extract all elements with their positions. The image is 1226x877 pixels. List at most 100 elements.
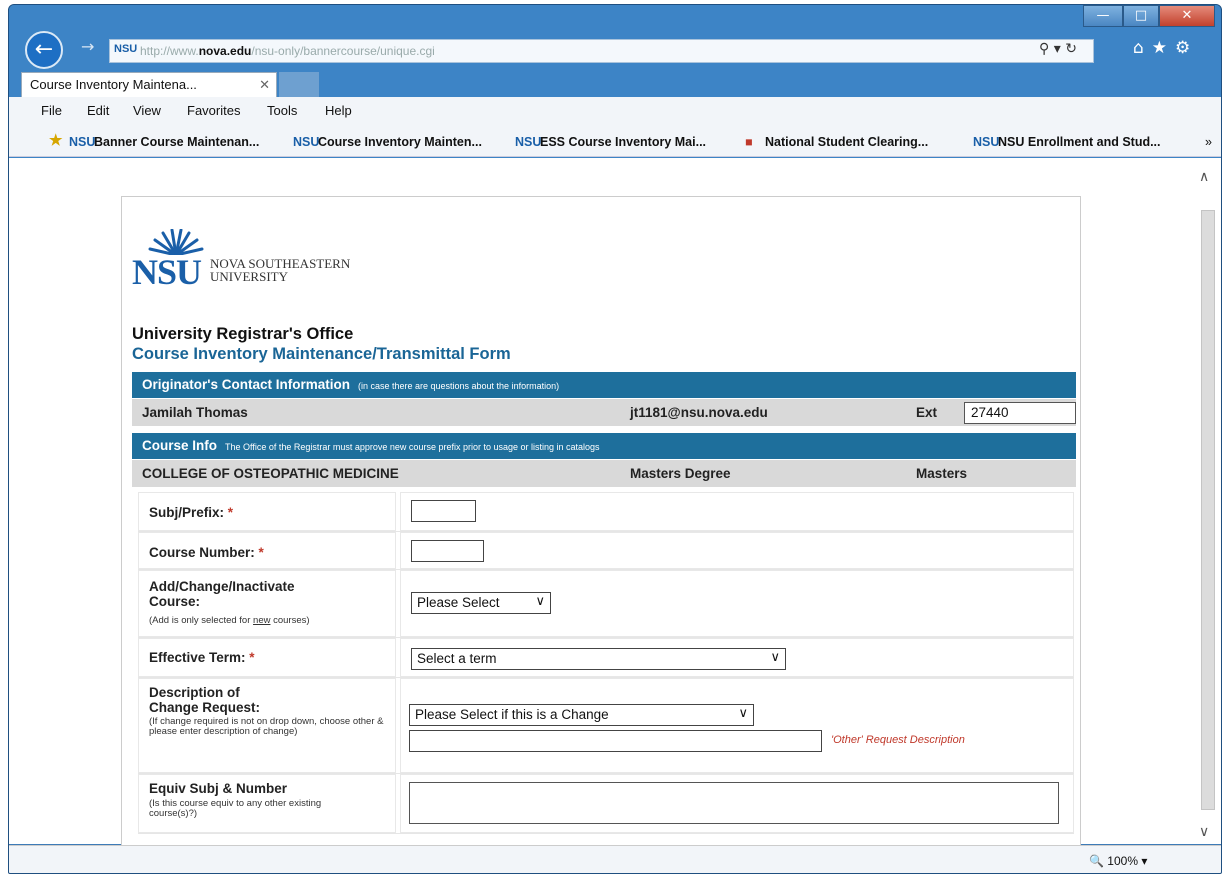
close-tab-icon[interactable]: ✕ xyxy=(259,73,270,97)
more-favorites-icon[interactable]: » xyxy=(1205,135,1212,149)
fav-link-banner[interactable]: Banner Course Maintenan... xyxy=(94,135,259,149)
subj-prefix-row: Subj/Prefix: * xyxy=(138,492,1074,532)
change-request-label-line-1: Description of xyxy=(149,685,240,700)
effective-term-select-value: Select a term xyxy=(417,651,497,666)
equiv-row: Equiv Subj & Number (Is this course equi… xyxy=(138,774,1074,834)
college-name: COLLEGE OF OSTEOPATHIC MEDICINE xyxy=(142,466,399,481)
action-select[interactable]: Please Select ∨ xyxy=(411,592,551,614)
ext-field[interactable]: 27440 xyxy=(964,402,1076,424)
change-request-select[interactable]: Please Select if this is a Change ∨ xyxy=(409,704,754,726)
fav-link-ess[interactable]: ESS Course Inventory Mai... xyxy=(540,135,706,149)
favicon-icon: NSU xyxy=(973,135,1000,149)
change-request-label-cell: Description of Change Request: (If change… xyxy=(138,678,396,773)
favorites-star-icon[interactable]: ★ xyxy=(1152,38,1175,58)
action-row: Add/Change/Inactivate Course: (Add is onl… xyxy=(138,570,1074,638)
equiv-control-cell xyxy=(400,774,1074,833)
originator-email: jt1181@nsu.nova.edu xyxy=(630,405,768,420)
site-favicon-icon: NSU xyxy=(114,43,138,55)
refresh-icon[interactable]: ↻ xyxy=(1065,41,1077,57)
tab-title: Course Inventory Maintena... xyxy=(30,77,197,92)
action-label-line-2: Course: xyxy=(149,594,201,609)
address-bar[interactable]: http://www.nova.edu/nsu-only/bannercours… xyxy=(109,39,1094,63)
subj-prefix-label: Subj/Prefix: * xyxy=(149,505,233,520)
url-domain: nova.edu xyxy=(198,44,252,58)
zoom-level: 100% xyxy=(1107,854,1138,868)
effective-term-control-cell: Select a term ∨ xyxy=(400,638,1074,677)
favicon-icon: NSU xyxy=(293,135,320,149)
action-note-post: courses) xyxy=(270,615,310,626)
fav-link-enrollment[interactable]: NSU Enrollment and Stud... xyxy=(998,135,1161,149)
menu-favorites[interactable]: Favorites xyxy=(187,103,240,118)
fav-link-course-inventory[interactable]: Course Inventory Mainten... xyxy=(318,135,482,149)
subj-prefix-control-cell xyxy=(400,492,1074,531)
equiv-textarea[interactable] xyxy=(409,782,1059,824)
equiv-label-cell: Equiv Subj & Number (Is this course equi… xyxy=(138,774,396,833)
other-request-input[interactable] xyxy=(409,730,822,752)
fav-link-clearinghouse[interactable]: National Student Clearing... xyxy=(765,135,928,149)
logo-name: NOVA SOUTHEASTERN UNIVERSITY xyxy=(210,257,350,283)
new-tab-button[interactable] xyxy=(279,72,319,97)
minimize-button[interactable]: — xyxy=(1083,5,1123,27)
home-icon[interactable]: ⌂ xyxy=(1133,38,1152,58)
page-viewport: NSU NOVA SOUTHEASTERN UNIVERSITY Universi… xyxy=(9,158,1221,856)
dropdown-icon[interactable]: ▾ xyxy=(1054,41,1061,57)
chevron-down-icon: ∨ xyxy=(770,650,780,665)
subj-prefix-label-cell: Subj/Prefix: * xyxy=(138,492,396,531)
form-page: NSU NOVA SOUTHEASTERN UNIVERSITY Universi… xyxy=(121,196,1081,856)
effective-term-select[interactable]: Select a term ∨ xyxy=(411,648,786,670)
course-info-section-note: The Office of the Registrar must approve… xyxy=(225,442,600,452)
subj-prefix-input[interactable] xyxy=(411,500,476,522)
change-request-label-line-2: Change Request: xyxy=(149,700,261,715)
action-control-cell: Please Select ∨ xyxy=(400,570,1074,637)
course-number-row: Course Number: * xyxy=(138,532,1074,570)
maximize-button[interactable]: □ xyxy=(1123,5,1159,27)
menu-tools[interactable]: Tools xyxy=(267,103,297,118)
vertical-scrollbar[interactable]: ∧ ∨ xyxy=(1195,168,1217,844)
close-window-button[interactable]: ✕ xyxy=(1159,5,1215,27)
tab-course-inventory[interactable]: Course Inventory Maintena... ✕ xyxy=(21,72,277,97)
scroll-down-icon[interactable]: ∨ xyxy=(1199,823,1209,840)
change-request-label: Description of Change Request: xyxy=(149,685,260,715)
menu-edit[interactable]: Edit xyxy=(87,103,109,118)
originator-name: Jamilah Thomas xyxy=(142,405,248,420)
address-tools: ⚲ ▾ ↻ xyxy=(1039,41,1077,57)
status-bar: 🔍 100% ▾ xyxy=(9,845,1221,873)
other-request-label: 'Other' Request Description xyxy=(831,734,965,746)
action-label-line-1: Add/Change/Inactivate xyxy=(149,579,295,594)
menu-file[interactable]: File xyxy=(41,103,62,118)
effective-term-label-cell: Effective Term: * xyxy=(138,638,396,677)
search-icon[interactable]: ⚲ xyxy=(1039,41,1049,57)
originator-row: Jamilah Thomas jt1181@nsu.nova.edu Ext 2… xyxy=(132,399,1076,426)
menu-view[interactable]: View xyxy=(133,103,161,118)
browser-window: — □ ✕ ← → http://www.nova.edu/nsu-only/b… xyxy=(8,4,1222,874)
favorites-star-icon[interactable]: ★ xyxy=(49,131,62,149)
originator-section-note: (in case there are questions about the i… xyxy=(357,381,560,391)
course-info-section-title: Course Info xyxy=(142,438,218,453)
course-number-input[interactable] xyxy=(411,540,484,562)
action-note-new: new xyxy=(253,615,271,626)
menu-bar: File Edit View Favorites Tools Help xyxy=(9,97,1221,127)
required-mark: * xyxy=(258,545,264,560)
menu-help[interactable]: Help xyxy=(325,103,352,118)
logo-abbr: NSU xyxy=(132,252,202,292)
zoom-icon: 🔍 xyxy=(1089,854,1104,868)
action-select-value: Please Select xyxy=(417,595,500,610)
required-mark: * xyxy=(249,650,255,665)
scrollbar-thumb[interactable] xyxy=(1201,210,1215,810)
back-button[interactable]: ← xyxy=(25,31,63,69)
zoom-control[interactable]: 🔍 100% ▾ xyxy=(1089,854,1147,868)
subj-prefix-label-text: Subj/Prefix: xyxy=(149,505,225,520)
favicon-icon: NSU xyxy=(69,135,96,149)
forward-button[interactable]: → xyxy=(81,37,94,56)
effective-term-label: Effective Term: * xyxy=(149,650,255,665)
degree-level: Masters xyxy=(916,466,968,481)
change-request-row: Description of Change Request: (If change… xyxy=(138,678,1074,774)
action-note-pre: (Add is only selected for xyxy=(149,615,254,626)
effective-term-label-text: Effective Term: xyxy=(149,650,246,665)
arrow-right-icon: → xyxy=(81,37,95,56)
scroll-up-icon[interactable]: ∧ xyxy=(1199,168,1209,185)
ext-label: Ext xyxy=(916,405,938,420)
settings-gear-icon[interactable]: ⚙ xyxy=(1175,38,1198,58)
change-request-select-value: Please Select if this is a Change xyxy=(415,707,609,722)
chevron-down-icon: ▾ xyxy=(1141,854,1148,868)
